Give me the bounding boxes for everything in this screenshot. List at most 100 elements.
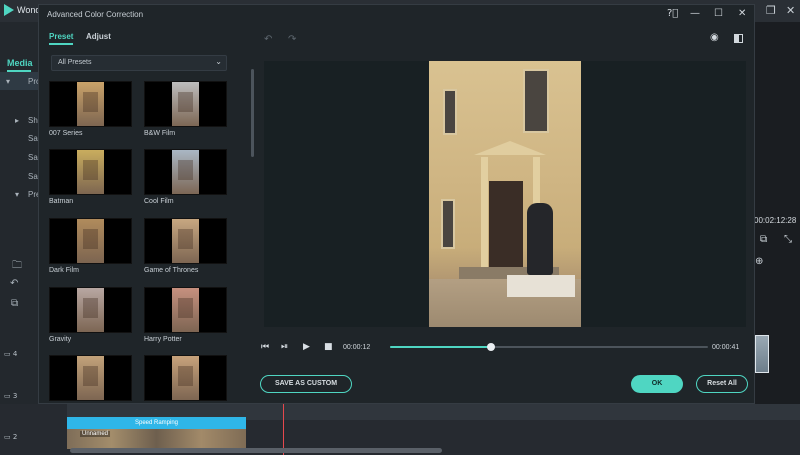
preset-item[interactable] <box>144 355 227 401</box>
minimize-icon[interactable]: — <box>690 8 700 19</box>
preset-thumbnail <box>49 287 132 333</box>
preset-label: Gravity <box>49 336 72 343</box>
preset-thumbnail-image <box>77 288 104 332</box>
step-back-icon[interactable]: ⏮ <box>261 342 269 352</box>
copy-icon[interactable]: ⧉ <box>11 298 18 309</box>
app-root: Wond ❐ ✕ Media ▾ Pro ▸ Sh Sa Sa Sa ▾ Pre… <box>0 0 800 455</box>
play-icon[interactable]: ▶ <box>303 342 310 352</box>
preset-thumbnail <box>49 81 132 127</box>
close-icon[interactable]: ✕ <box>738 8 746 19</box>
preview-door <box>489 181 523 267</box>
preset-item[interactable]: 007 Series <box>49 81 132 137</box>
track-2-label: ▭ 2 <box>4 433 18 441</box>
preset-item[interactable]: Game of Thrones <box>144 218 227 274</box>
new-folder-icon[interactable]: 🗀 <box>12 258 22 275</box>
add-icon[interactable]: ⊕ <box>755 256 763 267</box>
background-media-panel: Media ▾ Pro ▸ Sh Sa Sa Sa ▾ Pre 🗀 ↶ ⧉ <box>0 22 40 455</box>
stop-icon[interactable]: ■ <box>324 342 333 352</box>
preset-thumbnail-image <box>172 150 199 194</box>
background-tree-item-2[interactable]: Sa <box>28 134 38 143</box>
video-preview <box>264 61 746 327</box>
timeline-clip-label: Unnamed <box>80 431 111 437</box>
preset-item[interactable] <box>49 355 132 401</box>
background-tree-item-3[interactable]: Sa <box>28 153 38 162</box>
preset-thumbnail-image <box>77 219 104 263</box>
preset-thumbnail <box>49 149 132 195</box>
preset-thumbnail <box>144 355 227 401</box>
preset-item[interactable]: B&W Film <box>144 81 227 137</box>
preset-label: Cool Film <box>144 198 174 205</box>
help-icon[interactable]: ?⃝ <box>667 8 678 19</box>
background-tree-item-1[interactable]: Sh <box>28 116 38 125</box>
background-tree-caret-icon[interactable]: ▸ <box>15 116 19 125</box>
background-media-tab[interactable]: Media <box>7 58 33 68</box>
ok-button[interactable]: OK <box>631 375 683 393</box>
preset-thumbnail <box>144 81 227 127</box>
preset-label: Game of Thrones <box>144 267 199 274</box>
preview-frame <box>429 61 581 327</box>
eye-icon[interactable]: ◉ <box>710 32 719 43</box>
preset-thumbnail-image <box>77 82 104 126</box>
save-as-custom-button[interactable]: SAVE AS CUSTOM <box>260 375 352 393</box>
preview-window <box>523 69 549 133</box>
playback-progress-fill <box>390 346 491 348</box>
tab-adjust[interactable]: Adjust <box>86 32 111 41</box>
preset-item[interactable]: Batman <box>49 149 132 205</box>
preset-thumbnail-image <box>172 219 199 263</box>
background-close-icon[interactable]: ✕ <box>786 4 795 17</box>
preset-thumbnail <box>144 218 227 264</box>
preset-thumbnail-image <box>77 150 104 194</box>
preset-thumbnail-image <box>77 356 104 400</box>
speed-ramping-bar[interactable]: Speed Ramping <box>67 417 246 429</box>
crop-icon[interactable]: ⧉ <box>760 234 767 245</box>
preset-item[interactable]: Harry Potter <box>144 287 227 343</box>
tab-preset[interactable]: Preset <box>49 32 73 41</box>
preset-thumbnail <box>144 287 227 333</box>
background-tree-item-4[interactable]: Sa <box>28 172 38 181</box>
redo-icon[interactable]: ↷ <box>288 34 296 45</box>
step-forward-icon[interactable]: ⏯ <box>281 342 288 352</box>
undo-icon[interactable]: ↶ <box>10 278 18 289</box>
preset-filter-dropdown[interactable]: All Presets ⌄ <box>51 55 227 71</box>
total-time: 00:00:41 <box>712 344 740 351</box>
track-3-label: ▭ 3 <box>4 392 18 400</box>
reset-all-button[interactable]: Reset All <box>696 375 748 393</box>
preview-portico <box>474 141 546 155</box>
preset-panel: Preset Adjust All Presets ⌄ 007 Series B&… <box>40 25 254 403</box>
split-compare-icon[interactable] <box>734 34 743 43</box>
fullscreen-icon[interactable]: ⤡ <box>784 234 792 245</box>
background-clip-thumbnail <box>755 335 769 373</box>
preview-window <box>443 89 457 135</box>
preset-thumbnail-image <box>172 82 199 126</box>
preset-thumbnail <box>49 355 132 401</box>
preset-thumbnail-image <box>172 288 199 332</box>
preview-statue <box>527 203 553 275</box>
preview-panel: ↶ ↷ ◉ ⏮ ⏯ ▶ ■ 00:00:12 00:00:41 SAVE AS … <box>255 25 754 403</box>
color-correction-dialog: Advanced Color Correction ?⃝ — ☐ ✕ Prese… <box>38 4 755 404</box>
preview-window <box>441 199 455 249</box>
preset-label: Harry Potter <box>144 336 182 343</box>
background-app-title: Wond <box>17 5 41 15</box>
background-restore-icon[interactable]: ❐ <box>766 4 776 17</box>
undo-icon[interactable]: ↶ <box>264 34 272 45</box>
track-4-label: ▭ 4 <box>4 350 18 358</box>
timeline-scrollbar[interactable] <box>70 448 442 453</box>
preset-label: Batman <box>49 198 74 205</box>
maximize-icon[interactable]: ☐ <box>714 8 723 19</box>
background-tree-caret-icon[interactable]: ▾ <box>15 190 19 199</box>
background-tree-caret-icon[interactable]: ▾ <box>6 77 10 86</box>
playback-progress-bar[interactable] <box>390 343 708 351</box>
preset-item[interactable]: Dark Film <box>49 218 132 274</box>
preset-label: B&W Film <box>144 130 176 137</box>
preset-thumbnail <box>49 218 132 264</box>
dialog-title: Advanced Color Correction <box>47 10 144 19</box>
dialog-titlebar: Advanced Color Correction ?⃝ — ☐ ✕ <box>39 5 754 25</box>
preset-item[interactable]: Cool Film <box>144 149 227 205</box>
preset-filter-value: All Presets <box>58 59 92 66</box>
preset-item[interactable]: Gravity <box>49 287 132 343</box>
chevron-down-icon: ⌄ <box>215 57 222 66</box>
preset-list-scrollbar[interactable] <box>251 69 254 157</box>
tab-preset-underline <box>49 43 73 45</box>
preview-column <box>481 157 488 267</box>
playback-scrubber-handle[interactable] <box>486 343 495 351</box>
